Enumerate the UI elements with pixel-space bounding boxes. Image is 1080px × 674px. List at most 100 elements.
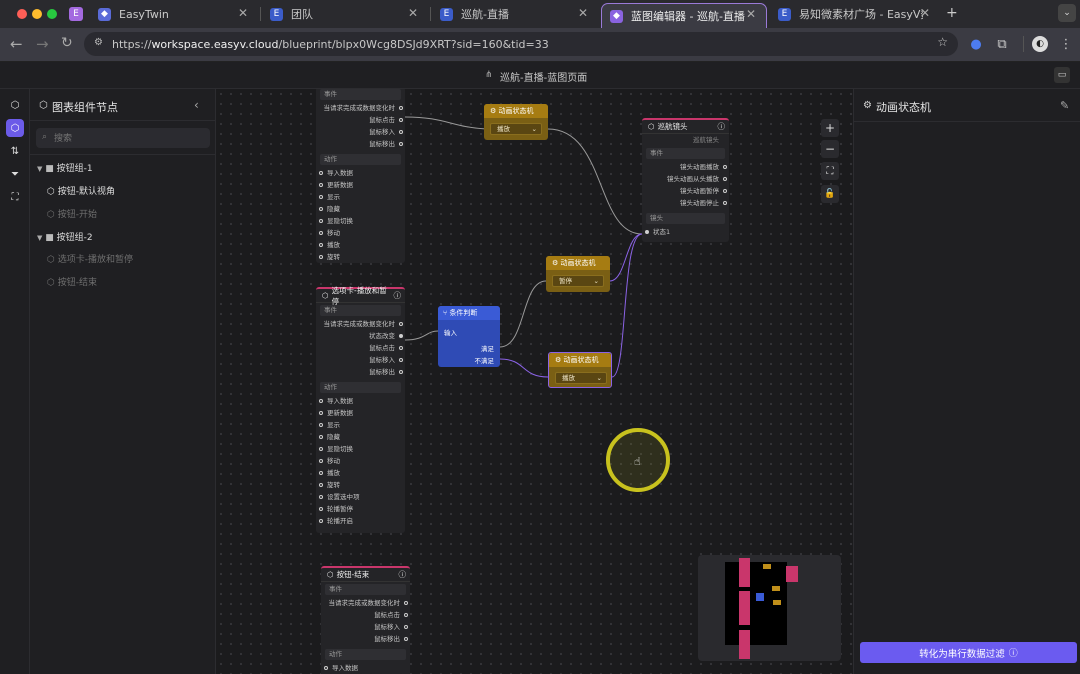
collapse-panel-icon[interactable]: ‹ (194, 98, 199, 112)
event-row: 当请求完成或数据变化时 (316, 318, 405, 330)
easytwin-logo-icon: ◆ (98, 7, 111, 21)
back-icon[interactable]: ← (10, 35, 23, 53)
node-cruise-camera[interactable]: ⬡ 巡航镜头 ⓘ 巡航镜头 事件 镜头动画播放 镜头动画从头播放 镜头动画暂停 镜头… (642, 118, 729, 242)
wire (499, 358, 549, 378)
action-row: 播放 (316, 239, 405, 251)
node-button-top[interactable]: 事件 当请求完成或数据变化时 鼠标点击 鼠标移入 鼠标移出 动作 导入数据 更新… (316, 89, 405, 263)
wire (404, 330, 439, 341)
close-tab-icon[interactable]: ✕ (408, 6, 418, 20)
event-row: 状态改变 (316, 330, 405, 342)
tab-label: 易知微素材广场 - EasyV数字孪 (799, 8, 923, 21)
event-section-title: 事件 (320, 89, 401, 100)
right-panel: ⚙ 动画状态机 ✎ 转化为串行数据过滤 ⓘ (853, 89, 1080, 674)
anim-state-select[interactable]: 播放 ⌄ (490, 123, 542, 135)
lens-row: 状态1 (642, 226, 729, 238)
node-anim-state-1[interactable]: ⚙ 动画状态机 播放 ⌄ (484, 104, 548, 140)
tree-group-2[interactable]: ▼ ■ 按钮组-2 (37, 230, 93, 243)
event-row: 鼠标点击 (316, 114, 405, 126)
node-panel-icon: ⬡ (39, 100, 48, 111)
tab-list-icon[interactable]: ⌄ (1058, 4, 1076, 22)
tab-label: EasyTwin (119, 7, 169, 21)
chevron-down-icon: ⌄ (593, 277, 599, 285)
node-condition[interactable]: ⑂ 条件判断 输入 满足 不满足 (438, 306, 500, 367)
tab-team[interactable]: E 团队 ✕ (262, 3, 428, 25)
minimap[interactable] (698, 555, 841, 661)
action-section-title: 动作 (325, 649, 406, 660)
fullscreen-icon[interactable]: ⛶ (6, 188, 24, 206)
node-icon: ⬡ (322, 291, 329, 300)
event-row: 当请求完成或数据变化时 (321, 597, 410, 609)
tab-cruise-live[interactable]: E 巡航-直播 ✕ (432, 3, 598, 25)
event-row: 鼠标移入 (321, 621, 410, 633)
tree-group-1[interactable]: ▼ ■ 按钮组-1 (37, 161, 93, 174)
close-tab-icon[interactable]: ✕ (238, 6, 248, 20)
caret-down-icon: ▼ (37, 234, 43, 242)
tree-item-start[interactable]: ⬡ 按钮-开始 (47, 207, 97, 220)
edit-icon[interactable]: ✎ (1060, 99, 1069, 112)
help-icon: ⓘ (1008, 648, 1018, 658)
node-button-end[interactable]: ⬡ 按钮-结束 ⓘ 事件 当请求完成或数据变化时 鼠标点击 鼠标移入 鼠标移出 动作… (321, 566, 410, 674)
tab-blueprint-editor[interactable]: ◆ 蓝图编辑器 - 巡航-直播 ✕ (601, 3, 767, 28)
blueprint-canvas[interactable]: 事件 当请求完成或数据变化时 鼠标点击 鼠标移入 鼠标移出 动作 导入数据 更新… (216, 89, 853, 674)
forward-icon[interactable]: → (36, 35, 49, 53)
extensions-puzzle-icon[interactable]: ⧉ (992, 34, 1012, 54)
info-icon: ⓘ (717, 122, 726, 131)
tree-item-tab-play-pause[interactable]: ⬡ 选项卡-播放和暂停 (47, 252, 133, 265)
tree-item-label: 按钮-默认视角 (57, 187, 115, 197)
search-input[interactable] (36, 128, 210, 148)
info-icon: ⓘ (393, 291, 402, 300)
close-tab-icon[interactable]: ✕ (920, 6, 930, 20)
action-row: 更新数据 (316, 179, 405, 191)
zoom-in-button[interactable]: + (821, 119, 839, 137)
left-panel: ⬡ 图表组件节点 ‹ ⌕ ▼ ■ 按钮组-1 ⬡ 按钮-默认视角 ⬡ 按钮-开始… (30, 89, 216, 674)
tree-item-default-view[interactable]: ⬡ 按钮-默认视角 (47, 184, 115, 197)
action-section-title: 动作 (320, 382, 401, 393)
tab-easytwin[interactable]: ◆ EasyTwin ✕ (90, 3, 258, 25)
preview-icon[interactable]: ▭ (1054, 67, 1070, 83)
search-icon: ⌕ (42, 132, 48, 142)
node-anim-state-3[interactable]: ⚙ 动画状态机 播放 ⌄ (548, 352, 612, 388)
pointer-cursor-icon: ☝ (634, 455, 641, 468)
node-tab-play-pause[interactable]: ⬡ 选项卡-播放和暂停 ⓘ 事件 当请求完成或数据变化时 状态改变 鼠标点击 鼠标移… (316, 286, 405, 533)
wire (499, 280, 547, 348)
close-tab-icon[interactable]: ✕ (746, 7, 756, 21)
event-row: 镜头动画暂停 (642, 185, 729, 197)
minimize-window-icon[interactable] (32, 9, 42, 19)
branch-icon: ⑂ (443, 309, 448, 317)
wire (609, 233, 643, 282)
profile-icon[interactable]: E (69, 7, 83, 21)
new-tab-button[interactable]: + (946, 5, 958, 21)
chart-node-icon[interactable]: ⬡ (6, 119, 24, 137)
site-settings-icon[interactable]: ⚙ (94, 37, 103, 48)
convert-button[interactable]: 转化为串行数据过滤 ⓘ (860, 642, 1077, 663)
tree-group-label: 按钮组-1 (56, 164, 93, 174)
wire (404, 116, 487, 130)
anim-state-select[interactable]: 播放 ⌄ (555, 372, 607, 384)
maximize-window-icon[interactable] (47, 9, 57, 19)
node-anim-state-2[interactable]: ⚙ 动画状态机 暂停 ⌄ (546, 256, 610, 292)
anim-state-select[interactable]: 暂停 ⌄ (552, 275, 604, 287)
tree-item-end[interactable]: ⬡ 按钮-结束 (47, 275, 97, 288)
component-icon[interactable]: ⬡ (6, 96, 24, 114)
node-subtitle: 巡航镜头 (693, 136, 719, 144)
zoom-out-button[interactable]: − (821, 140, 839, 158)
close-window-icon[interactable] (17, 9, 27, 19)
close-tab-icon[interactable]: ✕ (578, 6, 588, 20)
tree-item-label: 按钮-开始 (57, 210, 97, 220)
profile-avatar[interactable]: ◐ (1032, 36, 1048, 52)
address-bar[interactable]: ⚙ https://workspace.easyv.cloud/blueprin… (84, 32, 958, 56)
tab-material-square[interactable]: E 易知微素材广场 - EasyV数字孪 ✕ (770, 3, 940, 25)
lock-button[interactable]: 🔓 (821, 185, 839, 203)
filter-icon[interactable]: ⏷ (6, 165, 24, 183)
fit-view-button[interactable]: ⛶ (821, 162, 839, 180)
caret-down-icon: ▼ (37, 165, 43, 173)
action-row: 移动 (316, 455, 405, 467)
logic-icon[interactable]: ⇅ (6, 142, 24, 160)
event-row: 镜头动画从头播放 (642, 173, 729, 185)
node-icon: ⬡ (327, 570, 334, 579)
right-panel-title: 动画状态机 (876, 101, 931, 114)
reload-icon[interactable]: ↻ (61, 35, 73, 51)
bookmark-star-icon[interactable]: ☆ (937, 35, 948, 49)
browser-menu-icon[interactable]: ⋮ (1056, 34, 1076, 54)
extension-c-icon[interactable]: ● (966, 34, 986, 54)
